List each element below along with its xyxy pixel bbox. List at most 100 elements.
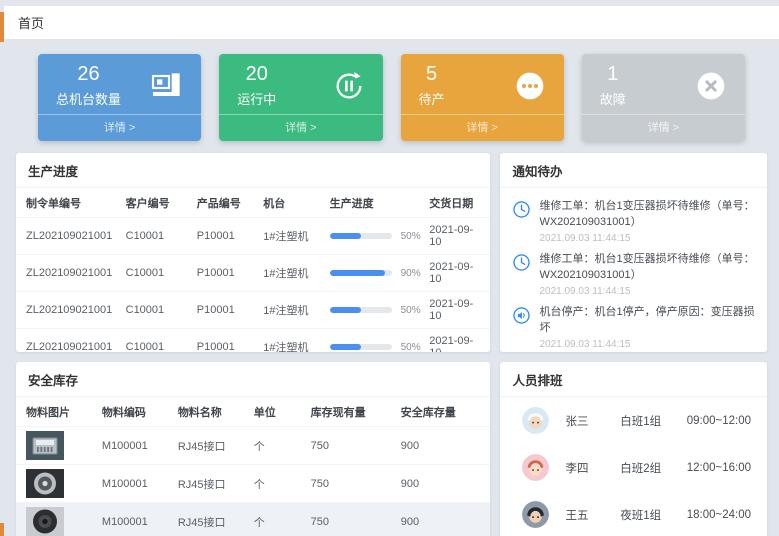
tools-icon	[695, 70, 727, 102]
product-no: P10001	[187, 292, 253, 329]
material-code: M100001	[92, 503, 168, 536]
progress-bar: 50%	[330, 342, 414, 353]
schedule-row: 李四 白班2组 12:00~16:00	[500, 444, 767, 491]
progress-percent: 50%	[401, 305, 421, 316]
speaker-photo	[26, 507, 64, 536]
inventory-table: 物料图片 物料编码 物料名称 单位 库存现有量 安全库存量	[16, 397, 490, 536]
column-header: 物料名称	[168, 397, 244, 427]
material-unit: 个	[244, 427, 301, 465]
column-header: 安全库存量	[391, 397, 491, 427]
notification-item[interactable]: 机台停产：机台1停产，停产原因：变压器损坏 2021.09.03 11:44:1…	[500, 298, 767, 351]
column-header: 库存现有量	[301, 397, 391, 427]
production-row: ZL202109021001 C10001 P10001 1#注塑机 50% 2…	[16, 329, 490, 353]
stat-value: 20	[237, 63, 276, 86]
inventory-header-row: 物料图片 物料编码 物料名称 单位 库存现有量 安全库存量	[16, 397, 490, 427]
tab-home[interactable]: 首页	[18, 13, 44, 32]
staff-name: 李四	[565, 460, 620, 476]
stat-card-total-machines[interactable]: 26 总机台数量 详情 >	[38, 54, 201, 141]
notification-time: 2021.09.03 11:44:15	[539, 339, 755, 350]
avatar	[522, 454, 549, 481]
progress-bar: 50%	[330, 231, 414, 242]
delivery-date: 2021-09-10	[419, 255, 490, 292]
material-unit: 个	[244, 503, 301, 536]
ellipsis-icon	[514, 70, 546, 102]
stat-label: 总机台数量	[56, 89, 121, 108]
progress-percent: 50%	[401, 231, 421, 242]
stat-value: 1	[600, 63, 626, 86]
clock-icon	[512, 253, 531, 272]
schedule-row: 张三 白班1组 09:00~12:00	[500, 397, 767, 444]
stat-detail-link[interactable]: 详情 >	[582, 114, 745, 141]
panel-title: 安全库存	[16, 362, 490, 397]
notification-item[interactable]: 维修工单：机台1变压器损坏待维修（单号：WX202109031001） 2021…	[500, 192, 767, 245]
order-no: ZL202109021001	[16, 255, 116, 292]
staff-shift: 白班2组	[620, 460, 686, 476]
machine: 1#注塑机	[253, 255, 319, 292]
material-code: M100001	[92, 465, 168, 503]
column-header: 产品编号	[187, 188, 253, 218]
production-row: ZL202109021001 C10001 P10001 1#注塑机 90% 2…	[16, 255, 490, 292]
schedule-row: 王五 夜班1组 18:00~24:00	[500, 491, 767, 536]
panel-notifications: 通知待办 维修工单：机台1变压器损坏待维修（单号：WX202109031001）…	[500, 153, 767, 352]
stock-on-hand: 750	[301, 427, 391, 465]
stat-card-waiting[interactable]: 5 待产 详情 >	[401, 54, 564, 141]
delivery-date: 2021-09-10	[419, 218, 490, 255]
progress-bar: 90%	[330, 268, 414, 279]
stat-card-running[interactable]: 20 运行中 详情 >	[219, 54, 382, 141]
notification-time: 2021.09.03 11:44:15	[539, 233, 755, 244]
machine: 1#注塑机	[253, 329, 319, 353]
panels-grid: 生产进度 制令单编号 客户编号 产品编号 机台 生产进度 交货日期	[16, 153, 767, 536]
column-header: 生产进度	[320, 188, 420, 218]
material-name: RJ45接口	[168, 427, 244, 465]
staff-time: 12:00~16:00	[687, 462, 751, 474]
notification-item[interactable]: 计划暂停：机台1生产计划已暂停 2021.09.03 11:44:15	[500, 351, 767, 352]
staff-shift: 白班1组	[620, 413, 686, 429]
panel-title: 人员排班	[500, 362, 767, 397]
inventory-row: M100001 RJ45接口 个 750 900	[16, 427, 490, 465]
delivery-date: 2021-09-10	[419, 329, 490, 353]
customer-no: C10001	[116, 218, 187, 255]
progress-percent: 90%	[401, 268, 421, 279]
stat-cards-row: 26 总机台数量 详情 > 20 运行中	[16, 48, 767, 153]
panel-production-progress: 生产进度 制令单编号 客户编号 产品编号 机台 生产进度 交货日期	[16, 153, 490, 352]
material-name: RJ45接口	[168, 465, 244, 503]
safety-stock-qty: 900	[391, 465, 491, 503]
left-accent-bottom	[0, 523, 4, 536]
rj45-connector-photo	[26, 431, 64, 460]
speaker-icon	[512, 306, 531, 325]
machine: 1#注塑机	[253, 218, 319, 255]
stat-value: 26	[56, 63, 121, 86]
product-no: P10001	[187, 255, 253, 292]
product-no: P10001	[187, 329, 253, 353]
column-header: 物料图片	[16, 397, 92, 427]
stat-detail-link[interactable]: 详情 >	[401, 114, 564, 141]
left-accent-top	[0, 12, 4, 42]
notification-text: 维修工单：机台1变压器损坏待维修（单号：WX202109031001）	[539, 199, 755, 231]
notification-item[interactable]: 维修工单：机台1变压器损坏待维修（单号：WX202109031001） 2021…	[500, 245, 767, 298]
production-table: 制令单编号 客户编号 产品编号 机台 生产进度 交货日期 ZL202109021…	[16, 188, 490, 352]
notification-time: 2021.09.03 11:44:15	[539, 286, 755, 297]
machine: 1#注塑机	[253, 292, 319, 329]
stat-value: 5	[419, 63, 445, 86]
avatar	[522, 407, 549, 434]
column-header: 单位	[244, 397, 301, 427]
dashboard-content: 26 总机台数量 详情 > 20 运行中	[0, 40, 779, 536]
stat-detail-link[interactable]: 详情 >	[219, 114, 382, 141]
stat-detail-link[interactable]: 详情 >	[38, 114, 201, 141]
stat-label: 运行中	[237, 89, 276, 108]
panel-safety-stock: 安全库存 物料图片 物料编码 物料名称 单位 库存现有量 安全库存量	[16, 362, 490, 536]
product-no: P10001	[187, 218, 253, 255]
staff-name: 王五	[565, 507, 620, 523]
production-header-row: 制令单编号 客户编号 产品编号 机台 生产进度 交货日期	[16, 188, 490, 218]
avatar	[522, 501, 549, 528]
inventory-row: M100001 RJ45接口 个 750 900	[16, 503, 490, 536]
stat-label: 故障	[600, 89, 626, 108]
order-no: ZL202109021001	[16, 329, 116, 353]
production-row: ZL202109021001 C10001 P10001 1#注塑机 50% 2…	[16, 292, 490, 329]
panel-title: 生产进度	[16, 153, 490, 188]
stat-card-fault[interactable]: 1 故障 详情 >	[582, 54, 745, 141]
stock-on-hand: 750	[301, 503, 391, 536]
progress-percent: 50%	[401, 342, 421, 353]
staff-time: 09:00~12:00	[687, 415, 751, 427]
column-header: 机台	[253, 188, 319, 218]
